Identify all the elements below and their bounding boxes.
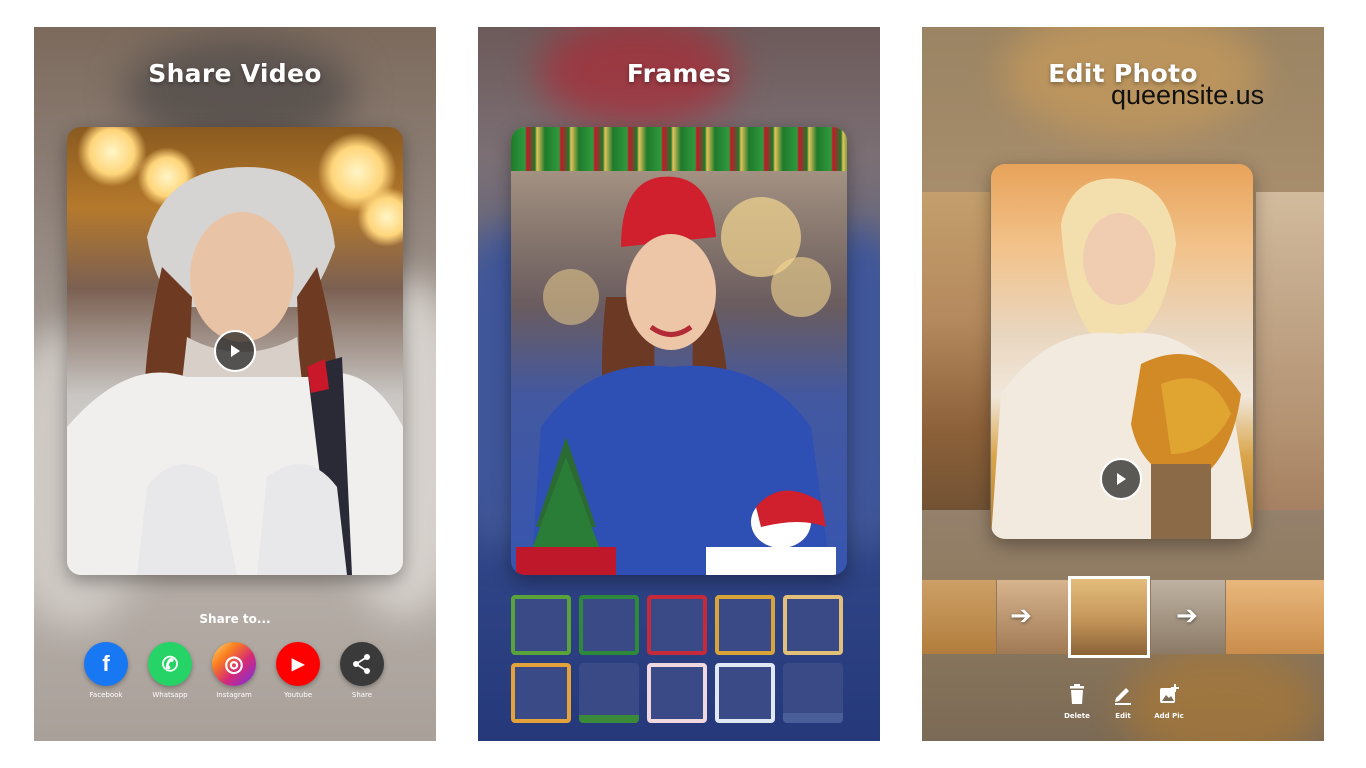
frame-option[interactable] <box>579 663 639 723</box>
video-preview-card[interactable] <box>67 127 403 575</box>
instagram-icon: ◎ <box>212 642 256 686</box>
facebook-icon: f <box>84 642 128 686</box>
frame-option[interactable] <box>715 595 775 655</box>
frames-panel: Frames <box>478 27 880 741</box>
share-facebook-button[interactable]: f Facebook <box>83 642 129 699</box>
next-photo[interactable] <box>1256 192 1324 510</box>
arrow-right-icon[interactable]: ➔ <box>1172 601 1202 631</box>
photo-thumbnail[interactable] <box>922 580 996 654</box>
youtube-icon: ▶ <box>276 642 320 686</box>
add-pic-button[interactable]: Add Pic <box>1149 683 1189 720</box>
selected-photo-card[interactable] <box>991 164 1253 539</box>
frame-option[interactable] <box>783 663 843 723</box>
christmas-garland <box>511 127 847 171</box>
play-icon <box>1117 473 1126 485</box>
play-icon <box>231 345 240 357</box>
share-label: Share <box>351 691 373 699</box>
share-video-panel: Share Video Share to... f Facebook ✆ Wha… <box>34 27 436 741</box>
whatsapp-icon: ✆ <box>148 642 192 686</box>
share-label: Whatsapp <box>152 691 188 699</box>
share-label: Youtube <box>284 691 312 699</box>
prev-photo[interactable] <box>922 192 990 510</box>
photo-thumbnail-selected[interactable] <box>1068 576 1150 658</box>
tool-label: Add Pic <box>1154 712 1184 720</box>
woman-photo <box>516 176 836 575</box>
panel-title: Frames <box>626 59 732 88</box>
delete-button[interactable]: Delete <box>1057 683 1097 720</box>
share-instagram-button[interactable]: ◎ Instagram <box>211 642 257 699</box>
frame-option[interactable] <box>647 595 707 655</box>
share-icon <box>340 642 384 686</box>
share-whatsapp-button[interactable]: ✆ Whatsapp <box>147 642 193 699</box>
tool-label: Delete <box>1064 712 1090 720</box>
tool-label: Edit <box>1115 712 1131 720</box>
share-heading: Share to... <box>199 612 271 626</box>
frame-option[interactable] <box>511 663 571 723</box>
trash-icon <box>1070 684 1084 704</box>
frame-option[interactable] <box>715 663 775 723</box>
frame-preview-card[interactable] <box>511 127 847 575</box>
share-label: Instagram <box>216 691 252 699</box>
photo-thumbnail[interactable] <box>1226 580 1324 654</box>
panel-title: Share Video <box>148 59 322 88</box>
frame-option[interactable] <box>783 595 843 655</box>
pencil-icon <box>1115 688 1131 705</box>
edit-photo-panel: Edit Photo ➔ ➔ Delete Edit Add Pic <box>922 27 1324 741</box>
edit-button[interactable]: Edit <box>1103 683 1143 720</box>
share-youtube-button[interactable]: ▶ Youtube <box>275 642 321 699</box>
frame-option[interactable] <box>511 595 571 655</box>
play-button[interactable] <box>1100 458 1142 500</box>
share-label: Facebook <box>89 691 123 699</box>
watermark-text: queensite.us <box>1111 80 1265 110</box>
play-button[interactable] <box>214 330 256 372</box>
frame-option[interactable] <box>647 663 707 723</box>
add-photo-icon <box>1160 684 1179 703</box>
share-more-button[interactable]: Share <box>339 642 385 699</box>
arrow-left-icon[interactable]: ➔ <box>1006 601 1036 631</box>
frame-option[interactable] <box>579 595 639 655</box>
